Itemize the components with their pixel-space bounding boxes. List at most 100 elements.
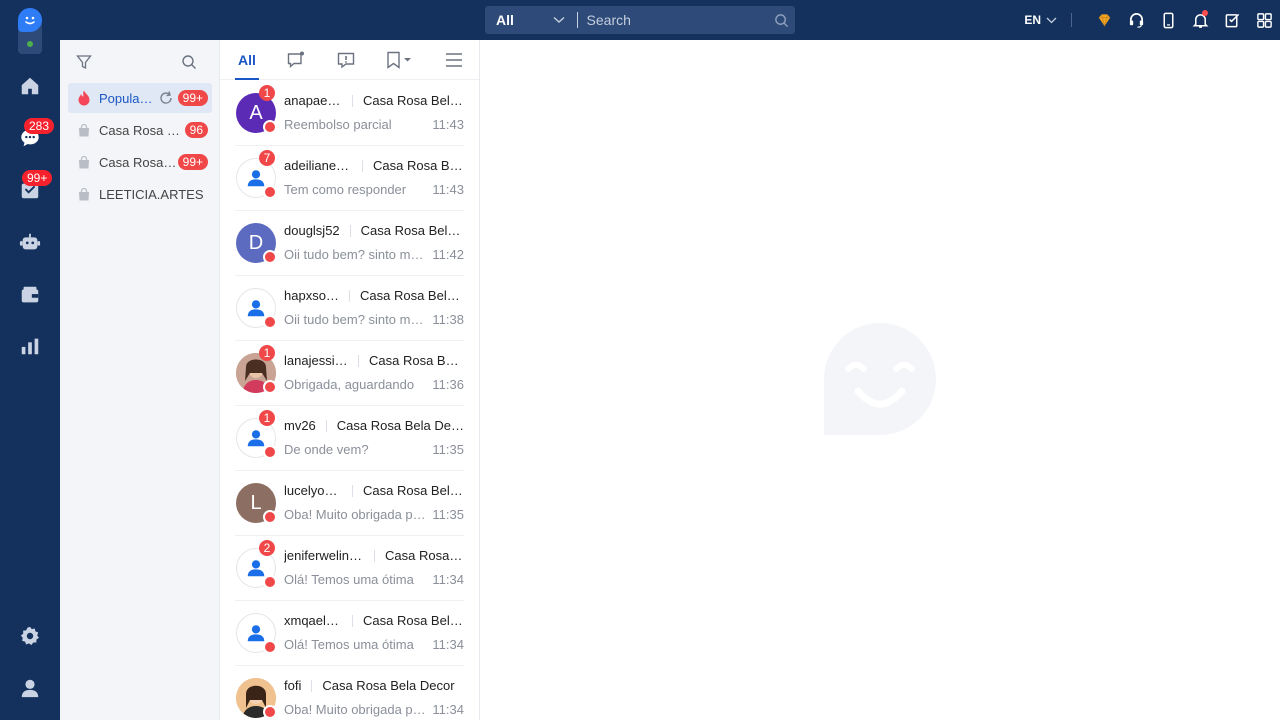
folder-shop[interactable]: Casa Rosa Bela 96 bbox=[68, 115, 212, 145]
alert-message-icon[interactable] bbox=[334, 40, 358, 80]
buyer-name: douglsj52 bbox=[284, 223, 340, 238]
last-message: Obrigada, aguardando bbox=[284, 377, 415, 392]
conversation-header: hapxsocial Casa Rosa Bela Decor bbox=[284, 288, 464, 303]
wallet-icon[interactable] bbox=[16, 281, 44, 309]
search-icon[interactable] bbox=[181, 54, 197, 70]
conversation-item[interactable]: xmqaelsilva Casa Rosa Bela Decor Olá! Te… bbox=[235, 601, 464, 666]
buyer-name: adeilianedias bbox=[284, 158, 352, 173]
shop-name: Casa Rosa Bela Decor bbox=[373, 158, 464, 173]
buyer-name: lucelyosantos bbox=[284, 483, 342, 498]
conversation-item[interactable]: 1 lanajessica Casa Rosa Bela Decor Obrig… bbox=[235, 341, 464, 406]
folder-popular[interactable]: Popular Shop 99+ bbox=[68, 83, 212, 113]
toolbar-divider bbox=[1071, 13, 1072, 27]
folder-shop[interactable]: Casa Rosa Bela 99+ bbox=[68, 147, 212, 177]
shop-folders-panel: Popular Shop 99+ Casa Rosa Bela 96 Casa … bbox=[60, 40, 220, 720]
conversation-item[interactable]: 1 mv26 Casa Rosa Bela Decor De onde vem?… bbox=[235, 406, 464, 471]
menu-icon[interactable] bbox=[442, 40, 466, 80]
conversation-item[interactable]: hapxsocial Casa Rosa Bela Decor Oii tudo… bbox=[235, 276, 464, 341]
shop-name: Casa Rosa Bela Decor bbox=[363, 483, 464, 498]
conversation-preview: Reembolso parcial 11:43 bbox=[284, 117, 464, 132]
folder-badge: 96 bbox=[184, 122, 208, 138]
filter-icon[interactable] bbox=[76, 54, 92, 70]
chevron-down-icon bbox=[1046, 17, 1057, 23]
folder-label: Popular Shop bbox=[99, 90, 154, 106]
message-time: 11:36 bbox=[432, 377, 464, 392]
conversation-tabs: All bbox=[220, 40, 479, 80]
last-message: De onde vem? bbox=[284, 442, 369, 457]
chevron-down-icon bbox=[553, 16, 565, 24]
shop-bag-badge-icon bbox=[263, 510, 277, 524]
refresh-icon[interactable] bbox=[158, 90, 174, 106]
tab-all[interactable]: All bbox=[235, 40, 259, 80]
language-value: EN bbox=[1024, 13, 1041, 27]
message-time: 11:34 bbox=[432, 637, 464, 652]
online-status-dot bbox=[27, 41, 33, 47]
language-select[interactable]: EN bbox=[1024, 13, 1057, 27]
chats-badge: 283 bbox=[24, 118, 55, 134]
default-user-icon bbox=[247, 430, 265, 447]
chat-empty-state bbox=[481, 40, 1280, 720]
shop-name: Casa Rosa Bela Decor bbox=[385, 548, 464, 563]
conversation-preview: Obrigada, aguardando 11:36 bbox=[284, 377, 464, 392]
conversation-preview: Olá! Temos uma ótima 11:34 bbox=[284, 572, 464, 587]
unreplied-chat-icon[interactable] bbox=[284, 40, 308, 80]
search-scope-select[interactable]: All bbox=[485, 6, 577, 34]
analytics-icon[interactable] bbox=[16, 332, 44, 360]
robot-icon[interactable] bbox=[16, 228, 44, 256]
conversation-preview: De onde vem? 11:35 bbox=[284, 442, 464, 457]
conversation-header: mv26 Casa Rosa Bela Decor bbox=[284, 418, 464, 433]
support-headset-icon[interactable] bbox=[1120, 0, 1152, 40]
default-user-icon bbox=[247, 625, 265, 642]
vip-diamond-icon[interactable] bbox=[1088, 0, 1120, 40]
settings-gear-icon[interactable] bbox=[16, 622, 44, 650]
search-icon[interactable] bbox=[768, 6, 795, 34]
buyer-name: mv26 bbox=[284, 418, 316, 433]
conversation-preview: Oii tudo bem? sinto muito 11:42 bbox=[284, 247, 464, 262]
last-message: Oba! Muito obrigada pela bbox=[284, 507, 427, 522]
apps-grid-icon[interactable] bbox=[1248, 0, 1280, 40]
shop-name: Casa Rosa Bela Decor bbox=[363, 93, 464, 108]
edit-note-icon[interactable] bbox=[1216, 0, 1248, 40]
conversation-header: jeniferwelington Casa Rosa Bela Decor bbox=[284, 548, 464, 563]
shop-name: Casa Rosa Bela Decor bbox=[322, 678, 455, 693]
unread-badge: 2 bbox=[259, 540, 275, 556]
conversation-item[interactable]: 7 adeilianedias Casa Rosa Bela Decor Tem… bbox=[235, 146, 464, 211]
notification-bell-icon[interactable] bbox=[1184, 0, 1216, 40]
last-message: Oba! Muito obrigada pela bbox=[284, 702, 427, 717]
unread-badge: 7 bbox=[259, 150, 275, 166]
conversation-item[interactable]: A 1 anapaeolo Casa Rosa Bela Decor Reemb… bbox=[235, 81, 464, 146]
left-nav: 283 99+ bbox=[0, 0, 60, 720]
conversation-item[interactable]: 2 jeniferwelington Casa Rosa Bela Decor … bbox=[235, 536, 464, 601]
conversation-item[interactable]: L lucelyosantos Casa Rosa Bela Decor Oba… bbox=[235, 471, 464, 536]
shopping-bag-icon bbox=[77, 123, 91, 137]
app-logo[interactable] bbox=[18, 8, 42, 54]
conversation-preview: Oba! Muito obrigada pela 11:35 bbox=[284, 507, 464, 522]
empty-state-logo-icon bbox=[824, 323, 936, 435]
folder-label: Casa Rosa Bela bbox=[99, 154, 178, 170]
last-message: Olá! Temos uma ótima bbox=[284, 637, 414, 652]
shop-bag-badge-icon bbox=[263, 575, 277, 589]
last-message: Oii tudo bem? sinto muito bbox=[284, 247, 427, 262]
shop-bag-badge-icon bbox=[263, 705, 277, 719]
buyer-name: lanajessica bbox=[284, 353, 348, 368]
conversation-item[interactable]: fofi Casa Rosa Bela Decor Oba! Muito obr… bbox=[235, 666, 464, 720]
bookmark-filter-icon[interactable] bbox=[382, 40, 416, 80]
conversation-item[interactable]: D douglsj52 Casa Rosa Bela Decor Oii tud… bbox=[235, 211, 464, 276]
shop-bag-badge-icon bbox=[263, 640, 277, 654]
search-input[interactable] bbox=[577, 6, 768, 34]
unread-badge: 1 bbox=[259, 345, 275, 361]
home-icon[interactable] bbox=[16, 72, 44, 100]
message-time: 11:34 bbox=[432, 702, 464, 717]
shop-name: Casa Rosa Bela Decor bbox=[360, 223, 464, 238]
folder-shop[interactable]: LEETICIA.ARTES bbox=[68, 179, 212, 209]
mobile-device-icon[interactable] bbox=[1152, 0, 1184, 40]
user-profile-icon[interactable] bbox=[16, 674, 44, 702]
shopping-bag-icon bbox=[77, 187, 91, 201]
conversation-preview: Oba! Muito obrigada pela 11:34 bbox=[284, 702, 464, 717]
conversation-list: All A 1 anapaeolo Casa Rosa Bela Decor R… bbox=[220, 40, 480, 720]
shop-bag-badge-icon bbox=[263, 120, 277, 134]
last-message: Olá! Temos uma ótima bbox=[284, 572, 414, 587]
last-message: Reembolso parcial bbox=[284, 117, 392, 132]
global-search: All bbox=[485, 6, 795, 34]
buyer-name: fofi bbox=[284, 678, 302, 693]
